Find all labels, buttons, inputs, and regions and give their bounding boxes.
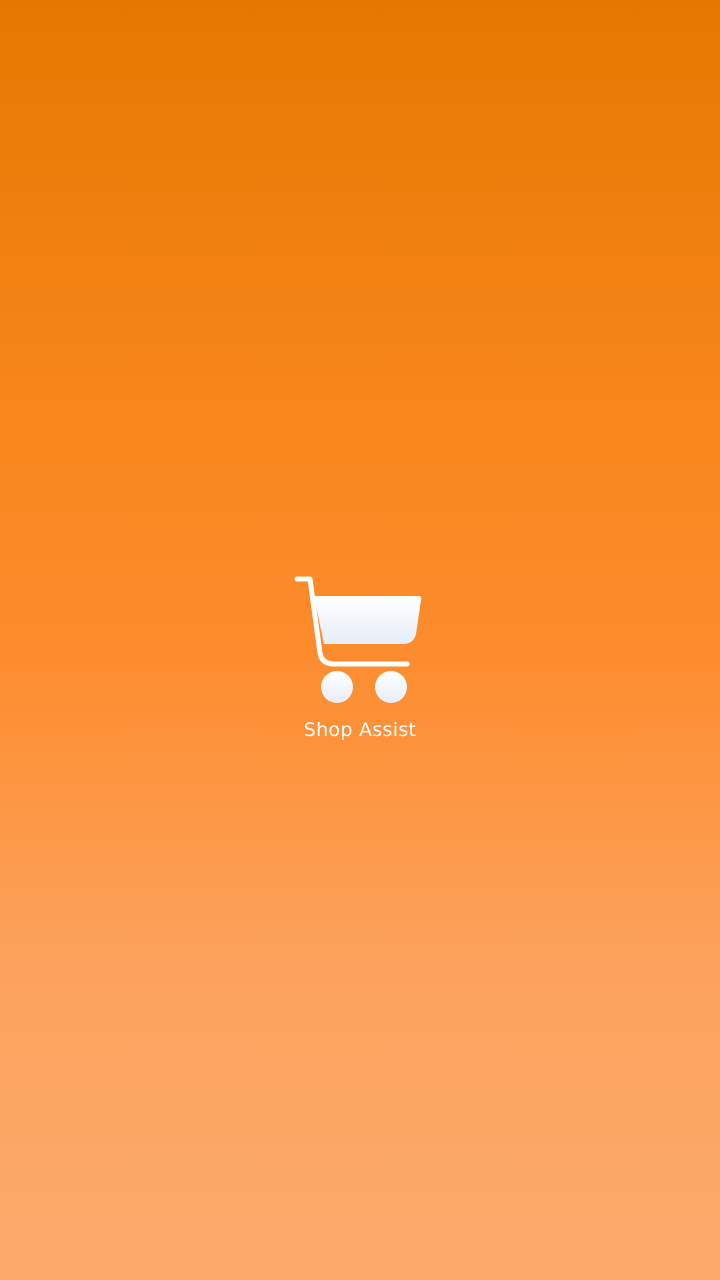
splash-content: Shop Assist bbox=[0, 570, 720, 742]
splash-screen: Shop Assist bbox=[0, 0, 720, 1280]
app-name: Shop Assist bbox=[303, 719, 417, 741]
shopping-cart-icon bbox=[294, 576, 422, 703]
